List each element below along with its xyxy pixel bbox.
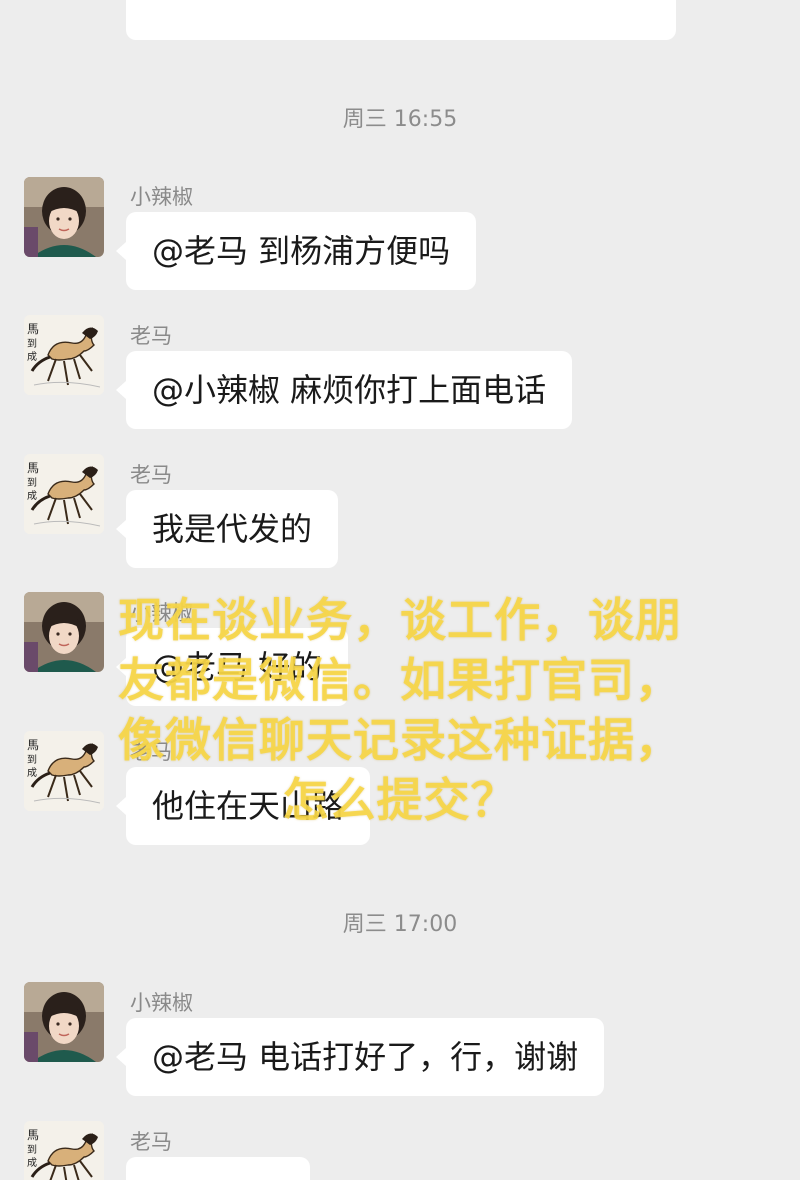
timestamp: 周三 17:00 xyxy=(342,912,458,937)
message-bubble[interactable]: @老马 到杨浦方便吗 xyxy=(115,212,477,290)
message-bubble[interactable]: @老马 电话打好了，行，谢谢 xyxy=(115,1018,605,1096)
caption-line: 怎么提交？ xyxy=(282,773,518,827)
svg-text:馬: 馬 xyxy=(27,322,39,336)
message-bubble[interactable]: 我是代发的 xyxy=(115,490,339,568)
caption-line: 像微信聊天记录这种证据， xyxy=(118,713,682,767)
woman-avatar-icon xyxy=(24,982,104,1062)
avatar[interactable]: 馬 到 成 xyxy=(24,1121,104,1180)
message-bubble[interactable] xyxy=(126,1157,310,1180)
sender-name: 老马 xyxy=(130,324,172,348)
svg-text:馬: 馬 xyxy=(27,461,39,475)
sender-name: 老马 xyxy=(130,463,172,487)
avatar[interactable]: 馬 到 成 xyxy=(24,315,104,395)
avatar[interactable]: 馬 到 成 xyxy=(24,454,104,534)
sender-name: 老马 xyxy=(130,1130,172,1154)
sender-name: 小辣椒 xyxy=(130,991,193,1015)
woman-avatar-icon xyxy=(24,177,104,257)
svg-text:到: 到 xyxy=(27,1144,37,1156)
horse-avatar-icon: 馬 到 成 xyxy=(24,454,104,534)
timestamp: 周三 16:55 xyxy=(342,107,458,132)
sender-name: 小辣椒 xyxy=(130,185,193,209)
message-bubble[interactable]: @小辣椒 麻烦你打上面电话 xyxy=(115,351,573,429)
avatar[interactable] xyxy=(24,177,104,257)
caption-line: 友都是微信。如果打官司， xyxy=(118,653,682,707)
svg-text:到: 到 xyxy=(27,477,37,489)
svg-text:到: 到 xyxy=(27,754,37,766)
svg-text:到: 到 xyxy=(27,338,37,350)
chat-view[interactable]: 周三 16:55 小辣椒 @老马 到杨浦方便吗 馬 到 成 老马 @小辣椒 麻烦… xyxy=(0,0,800,1180)
caption-line: 现在谈业务，谈工作，谈朋 xyxy=(118,593,682,647)
horse-avatar-icon: 馬 到 成 xyxy=(24,315,104,395)
svg-text:成: 成 xyxy=(27,351,37,363)
message-bubble-cut-off[interactable] xyxy=(126,0,676,40)
svg-text:馬: 馬 xyxy=(27,738,39,752)
svg-text:成: 成 xyxy=(27,490,37,502)
svg-text:成: 成 xyxy=(27,1157,37,1169)
svg-text:馬: 馬 xyxy=(27,1128,39,1142)
avatar[interactable] xyxy=(24,982,104,1062)
caption-overlay: 现在谈业务，谈工作，谈朋 友都是微信。如果打官司， 像微信聊天记录这种证据， 怎… xyxy=(70,590,730,830)
svg-text:成: 成 xyxy=(27,767,37,779)
horse-avatar-icon: 馬 到 成 xyxy=(24,1121,104,1180)
